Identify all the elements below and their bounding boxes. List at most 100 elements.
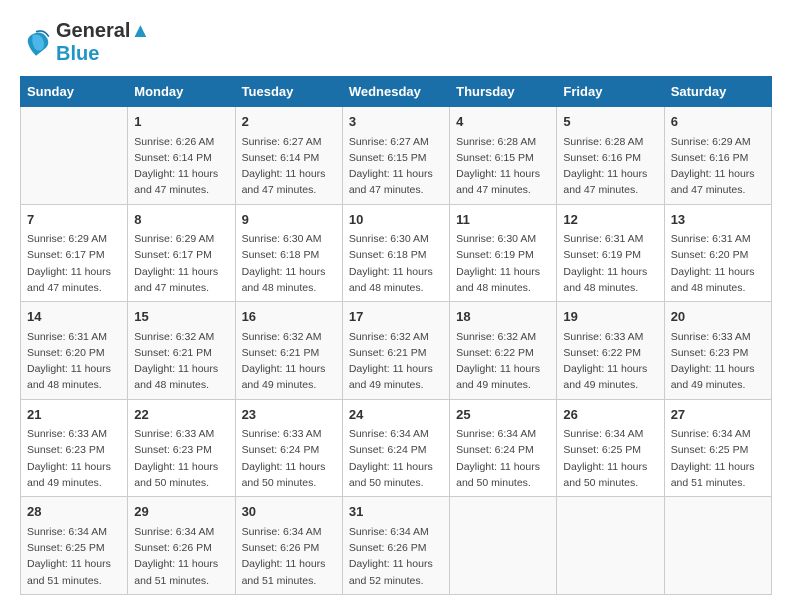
day-info: Sunrise: 6:29 AM Sunset: 6:17 PM Dayligh… [134,231,228,296]
day-info: Sunrise: 6:33 AM Sunset: 6:24 PM Dayligh… [242,426,336,491]
day-info: Sunrise: 6:29 AM Sunset: 6:17 PM Dayligh… [27,231,121,296]
calendar-week-2: 7Sunrise: 6:29 AM Sunset: 6:17 PM Daylig… [21,204,772,302]
day-info: Sunrise: 6:32 AM Sunset: 6:21 PM Dayligh… [349,329,443,394]
day-info: Sunrise: 6:34 AM Sunset: 6:25 PM Dayligh… [671,426,765,491]
weekday-header-saturday: Saturday [664,77,771,107]
day-number: 26 [563,405,657,425]
day-number: 29 [134,502,228,522]
day-number: 4 [456,112,550,132]
day-info: Sunrise: 6:27 AM Sunset: 6:15 PM Dayligh… [349,134,443,199]
day-number: 15 [134,307,228,327]
logo-text: General▲ Blue [56,20,150,66]
day-info: Sunrise: 6:30 AM Sunset: 6:19 PM Dayligh… [456,231,550,296]
day-info: Sunrise: 6:34 AM Sunset: 6:24 PM Dayligh… [349,426,443,491]
day-info: Sunrise: 6:34 AM Sunset: 6:26 PM Dayligh… [134,524,228,589]
day-number: 31 [349,502,443,522]
calendar-cell [664,497,771,595]
calendar-cell: 21Sunrise: 6:33 AM Sunset: 6:23 PM Dayli… [21,399,128,497]
day-number: 13 [671,210,765,230]
day-number: 10 [349,210,443,230]
day-info: Sunrise: 6:34 AM Sunset: 6:26 PM Dayligh… [242,524,336,589]
day-number: 25 [456,405,550,425]
calendar-cell: 7Sunrise: 6:29 AM Sunset: 6:17 PM Daylig… [21,204,128,302]
day-number: 14 [27,307,121,327]
calendar-cell: 5Sunrise: 6:28 AM Sunset: 6:16 PM Daylig… [557,107,664,205]
calendar-cell: 24Sunrise: 6:34 AM Sunset: 6:24 PM Dayli… [342,399,449,497]
day-info: Sunrise: 6:32 AM Sunset: 6:21 PM Dayligh… [242,329,336,394]
day-info: Sunrise: 6:34 AM Sunset: 6:26 PM Dayligh… [349,524,443,589]
weekday-header-friday: Friday [557,77,664,107]
day-info: Sunrise: 6:33 AM Sunset: 6:23 PM Dayligh… [671,329,765,394]
calendar-cell: 17Sunrise: 6:32 AM Sunset: 6:21 PM Dayli… [342,302,449,400]
calendar-cell: 2Sunrise: 6:27 AM Sunset: 6:14 PM Daylig… [235,107,342,205]
day-info: Sunrise: 6:28 AM Sunset: 6:16 PM Dayligh… [563,134,657,199]
day-info: Sunrise: 6:34 AM Sunset: 6:24 PM Dayligh… [456,426,550,491]
day-info: Sunrise: 6:33 AM Sunset: 6:23 PM Dayligh… [134,426,228,491]
day-number: 3 [349,112,443,132]
calendar-cell: 25Sunrise: 6:34 AM Sunset: 6:24 PM Dayli… [450,399,557,497]
day-info: Sunrise: 6:34 AM Sunset: 6:25 PM Dayligh… [563,426,657,491]
page-header: General▲ Blue [20,20,772,66]
day-number: 8 [134,210,228,230]
day-number: 28 [27,502,121,522]
calendar-cell: 29Sunrise: 6:34 AM Sunset: 6:26 PM Dayli… [128,497,235,595]
calendar-cell: 27Sunrise: 6:34 AM Sunset: 6:25 PM Dayli… [664,399,771,497]
day-number: 9 [242,210,336,230]
logo: General▲ Blue [20,20,150,66]
calendar-cell: 28Sunrise: 6:34 AM Sunset: 6:25 PM Dayli… [21,497,128,595]
day-number: 1 [134,112,228,132]
day-info: Sunrise: 6:34 AM Sunset: 6:25 PM Dayligh… [27,524,121,589]
calendar-cell: 9Sunrise: 6:30 AM Sunset: 6:18 PM Daylig… [235,204,342,302]
calendar-cell: 22Sunrise: 6:33 AM Sunset: 6:23 PM Dayli… [128,399,235,497]
calendar-body: 1Sunrise: 6:26 AM Sunset: 6:14 PM Daylig… [21,107,772,595]
calendar-cell: 11Sunrise: 6:30 AM Sunset: 6:19 PM Dayli… [450,204,557,302]
calendar-cell: 19Sunrise: 6:33 AM Sunset: 6:22 PM Dayli… [557,302,664,400]
day-number: 18 [456,307,550,327]
calendar-cell: 13Sunrise: 6:31 AM Sunset: 6:20 PM Dayli… [664,204,771,302]
day-number: 19 [563,307,657,327]
day-info: Sunrise: 6:31 AM Sunset: 6:19 PM Dayligh… [563,231,657,296]
calendar-cell: 10Sunrise: 6:30 AM Sunset: 6:18 PM Dayli… [342,204,449,302]
day-number: 27 [671,405,765,425]
calendar-cell: 8Sunrise: 6:29 AM Sunset: 6:17 PM Daylig… [128,204,235,302]
calendar-cell [450,497,557,595]
calendar-cell: 18Sunrise: 6:32 AM Sunset: 6:22 PM Dayli… [450,302,557,400]
weekday-header-wednesday: Wednesday [342,77,449,107]
calendar-cell: 23Sunrise: 6:33 AM Sunset: 6:24 PM Dayli… [235,399,342,497]
calendar-week-1: 1Sunrise: 6:26 AM Sunset: 6:14 PM Daylig… [21,107,772,205]
calendar-cell: 4Sunrise: 6:28 AM Sunset: 6:15 PM Daylig… [450,107,557,205]
day-number: 2 [242,112,336,132]
day-number: 11 [456,210,550,230]
calendar-week-5: 28Sunrise: 6:34 AM Sunset: 6:25 PM Dayli… [21,497,772,595]
calendar-cell: 1Sunrise: 6:26 AM Sunset: 6:14 PM Daylig… [128,107,235,205]
logo-icon [20,27,52,59]
weekday-header-monday: Monday [128,77,235,107]
weekday-header-tuesday: Tuesday [235,77,342,107]
day-info: Sunrise: 6:28 AM Sunset: 6:15 PM Dayligh… [456,134,550,199]
day-info: Sunrise: 6:31 AM Sunset: 6:20 PM Dayligh… [671,231,765,296]
weekday-header-sunday: Sunday [21,77,128,107]
day-info: Sunrise: 6:32 AM Sunset: 6:21 PM Dayligh… [134,329,228,394]
day-number: 20 [671,307,765,327]
day-info: Sunrise: 6:32 AM Sunset: 6:22 PM Dayligh… [456,329,550,394]
day-number: 24 [349,405,443,425]
day-info: Sunrise: 6:31 AM Sunset: 6:20 PM Dayligh… [27,329,121,394]
day-info: Sunrise: 6:27 AM Sunset: 6:14 PM Dayligh… [242,134,336,199]
weekday-header-thursday: Thursday [450,77,557,107]
calendar-cell: 20Sunrise: 6:33 AM Sunset: 6:23 PM Dayli… [664,302,771,400]
calendar-cell: 31Sunrise: 6:34 AM Sunset: 6:26 PM Dayli… [342,497,449,595]
day-number: 16 [242,307,336,327]
day-number: 23 [242,405,336,425]
calendar-week-4: 21 Sunrise: 6:33 AM Sunset: 6:23 PM Dayli… [21,399,772,497]
day-info: Sunrise: 6:33 AM Sunset: 6:22 PM Dayligh… [563,329,657,394]
calendar-cell: 16Sunrise: 6:32 AM Sunset: 6:21 PM Dayli… [235,302,342,400]
calendar-cell [557,497,664,595]
day-info: Sunrise: 6:30 AM Sunset: 6:18 PM Dayligh… [349,231,443,296]
calendar-cell: 14Sunrise: 6:31 AM Sunset: 6:20 PM Dayli… [21,302,128,400]
day-number: 21 [27,405,121,425]
calendar-cell: 26Sunrise: 6:34 AM Sunset: 6:25 PM Dayli… [557,399,664,497]
calendar-table: SundayMondayTuesdayWednesdayThursdayFrid… [20,76,772,595]
calendar-cell: 3Sunrise: 6:27 AM Sunset: 6:15 PM Daylig… [342,107,449,205]
calendar-week-3: 14Sunrise: 6:31 AM Sunset: 6:20 PM Dayli… [21,302,772,400]
day-number: 12 [563,210,657,230]
